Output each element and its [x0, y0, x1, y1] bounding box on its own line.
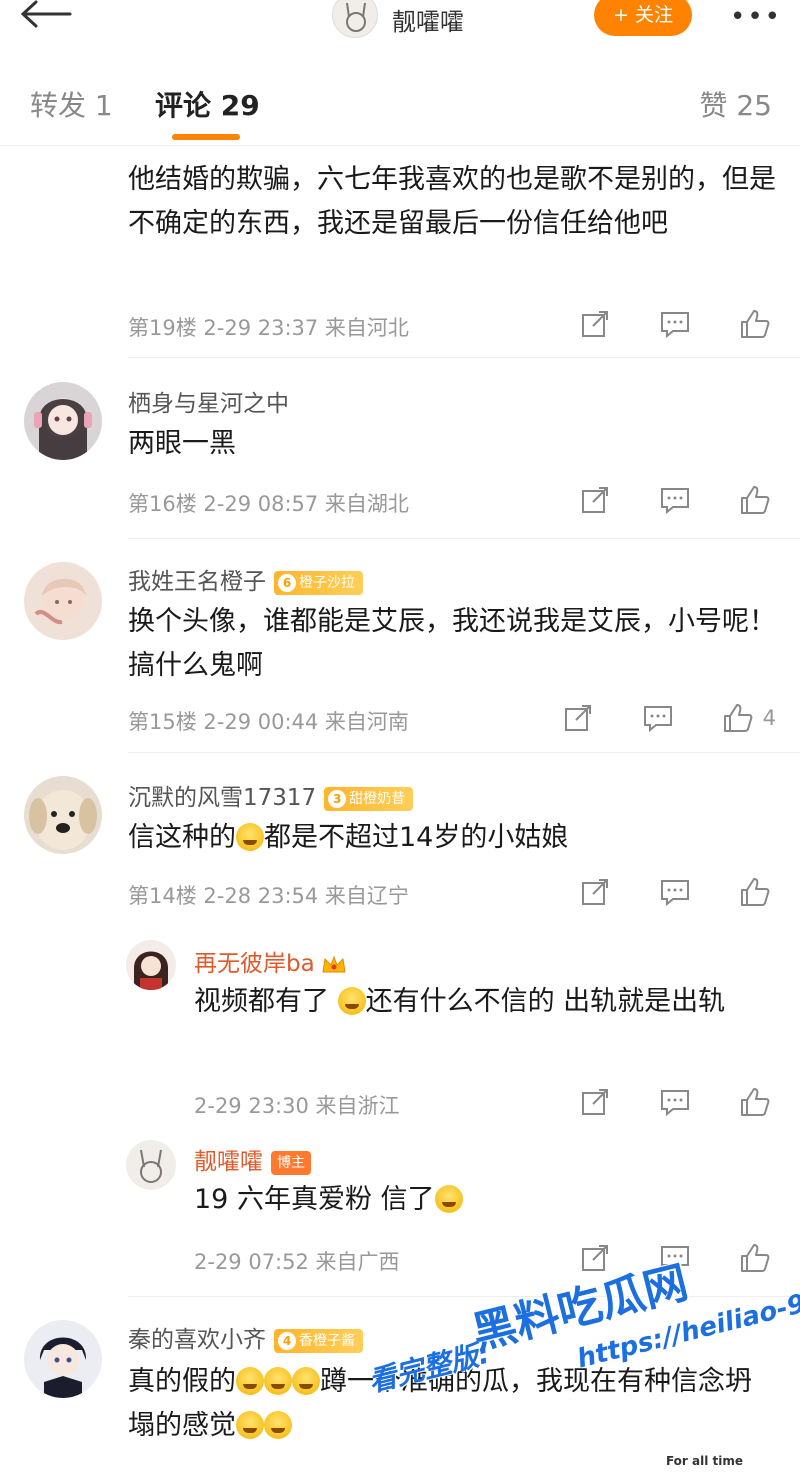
- account-avatar[interactable]: [332, 0, 378, 38]
- doge-emoji-icon: [434, 1185, 463, 1213]
- reply-actions: [578, 1084, 772, 1120]
- like-icon[interactable]: [738, 307, 772, 341]
- laugh-cry-emoji-icon: [236, 823, 264, 851]
- divider: [128, 538, 800, 539]
- tab-likes[interactable]: 赞 25: [699, 84, 772, 124]
- tab-active-indicator: [172, 134, 240, 140]
- crying-emoji-icon: [264, 1411, 292, 1439]
- tab-bar: 转发 1 评论 29 赞 25: [0, 58, 800, 146]
- reply-meta: 2-29 07:52 来自广西: [194, 1250, 400, 1274]
- badge-level: 3: [328, 789, 347, 808]
- account-name[interactable]: 靓嚯嚯: [392, 2, 464, 37]
- username[interactable]: 沉默的风雪17317 3 甜橙奶昔: [128, 778, 414, 812]
- avatar[interactable]: [24, 382, 102, 460]
- comment-icon[interactable]: [658, 483, 692, 517]
- comment-icon[interactable]: [641, 701, 675, 735]
- share-icon[interactable]: [578, 875, 612, 909]
- comment-icon[interactable]: [658, 1085, 692, 1119]
- reply-body: 19 六年真爱粉 信了: [194, 1178, 774, 1222]
- laugh-cry-emoji-icon: [264, 1367, 292, 1395]
- avatar[interactable]: [126, 940, 176, 990]
- username[interactable]: 秦的喜欢小齐 4 香橙子酱: [128, 1320, 363, 1354]
- like-icon[interactable]: [721, 701, 755, 735]
- username[interactable]: 靓嚯嚯 博主: [194, 1142, 311, 1176]
- comment-meta: 第14楼 2-28 23:54 来自辽宁: [128, 884, 409, 908]
- username[interactable]: 再无彼岸ba: [194, 944, 347, 978]
- avatar[interactable]: [24, 776, 102, 854]
- comment-meta: 第19楼 2-29 23:37 来自河北: [128, 316, 409, 340]
- avatar[interactable]: [24, 1320, 102, 1398]
- reply-meta: 2-29 23:30 来自浙江: [194, 1094, 400, 1118]
- reply-text: 还有什么不信的 出轨就是出轨: [365, 986, 726, 1017]
- username-text[interactable]: 秦的喜欢小齐: [128, 1327, 266, 1353]
- fan-badge: 4 香橙子酱: [274, 1328, 363, 1353]
- crying-emoji-icon: [236, 1411, 264, 1439]
- reply-body: 视频都有了 还有什么不信的 出轨就是出轨: [194, 980, 774, 1024]
- comment-icon[interactable]: [658, 1241, 692, 1275]
- follow-button[interactable]: + 关注: [594, 0, 692, 36]
- comment-meta: 第16楼 2-29 08:57 来自湖北: [128, 492, 409, 516]
- comment-actions: [578, 874, 772, 910]
- username[interactable]: 我姓王名橙子 6 橙子沙拉: [128, 562, 363, 596]
- comment-body: 换个头像，谁都能是艾辰，我还说我是艾辰，小号呢！搞什么鬼啊: [128, 606, 776, 681]
- more-icon[interactable]: •••: [730, 2, 782, 32]
- badge-text: 香橙子酱: [299, 1332, 355, 1349]
- comment-icon[interactable]: [658, 875, 692, 909]
- share-icon[interactable]: [578, 307, 612, 341]
- comment-body: 信这种的 都是不超过14岁的小姑娘: [128, 816, 778, 860]
- divider: [128, 752, 800, 753]
- reply-actions: [578, 1240, 772, 1276]
- like-icon[interactable]: [738, 483, 772, 517]
- username-text[interactable]: 沉默的风雪17317: [128, 785, 316, 811]
- comment-text: 真的假的: [128, 1366, 236, 1397]
- username[interactable]: 栖身与星河之中: [128, 384, 289, 418]
- comment-icon[interactable]: [658, 307, 692, 341]
- watermark-corner-text: For all time: [665, 1454, 743, 1468]
- username-text[interactable]: 再无彼岸ba: [194, 951, 315, 977]
- laugh-emoji-icon: [337, 987, 366, 1015]
- laugh-cry-emoji-icon: [292, 1367, 320, 1395]
- share-icon[interactable]: [578, 483, 612, 517]
- username-text[interactable]: 靓嚯嚯: [194, 1149, 263, 1175]
- comment-body: 两眼一黑: [128, 428, 236, 459]
- badge-level: 4: [278, 1331, 296, 1350]
- comment-actions: [578, 306, 772, 342]
- like-icon[interactable]: [738, 875, 772, 909]
- like-icon[interactable]: [738, 1241, 772, 1275]
- badge-text: 甜橙奶昔: [349, 790, 406, 807]
- badge-level: 6: [278, 573, 296, 592]
- share-icon[interactable]: [578, 1085, 612, 1119]
- crown-icon: [321, 954, 347, 976]
- fan-badge: 6 橙子沙拉: [274, 570, 363, 595]
- avatar[interactable]: [24, 562, 102, 640]
- arrow-left-icon[interactable]: [18, 0, 72, 34]
- divider: [128, 1296, 800, 1297]
- watermark-url: https://heiliao-93.com: [574, 1267, 800, 1375]
- share-icon[interactable]: [578, 1241, 612, 1275]
- badge-text: 橙子沙拉: [299, 574, 355, 591]
- comment-actions: [578, 482, 772, 518]
- share-icon[interactable]: [561, 701, 595, 735]
- fan-badge: 3 甜橙奶昔: [324, 786, 414, 811]
- like-icon[interactable]: [738, 1085, 772, 1119]
- laugh-cry-emoji-icon: [236, 1367, 264, 1395]
- comment-body: 真的假的 蹲一个准确的瓜，我现在有种信念坍塌的感觉: [128, 1360, 778, 1448]
- avatar[interactable]: [126, 1140, 176, 1190]
- username-text[interactable]: 我姓王名橙子: [128, 569, 266, 595]
- comment-meta: 第15楼 2-29 00:44 来自河南: [128, 710, 409, 734]
- reply-text: 19 六年真爱粉 信了: [194, 1184, 435, 1215]
- tab-comments[interactable]: 评论 29: [155, 84, 260, 124]
- comment-actions: 4: [561, 700, 776, 736]
- author-badge: 博主: [271, 1150, 311, 1175]
- reply-text: 视频都有了: [194, 986, 338, 1017]
- top-bar: 靓嚯嚯 + 关注 •••: [0, 0, 800, 58]
- like-count: 4: [762, 706, 776, 730]
- comment-text: 信这种的: [128, 822, 236, 853]
- divider: [128, 357, 800, 358]
- comment-body: 他结婚的欺骗，六七年我喜欢的也是歌不是别的，但是不确定的东西，我还是留最后一份信…: [128, 164, 776, 239]
- tab-repost[interactable]: 转发 1: [30, 84, 113, 124]
- comment-text: 都是不超过14岁的小姑娘: [264, 822, 569, 853]
